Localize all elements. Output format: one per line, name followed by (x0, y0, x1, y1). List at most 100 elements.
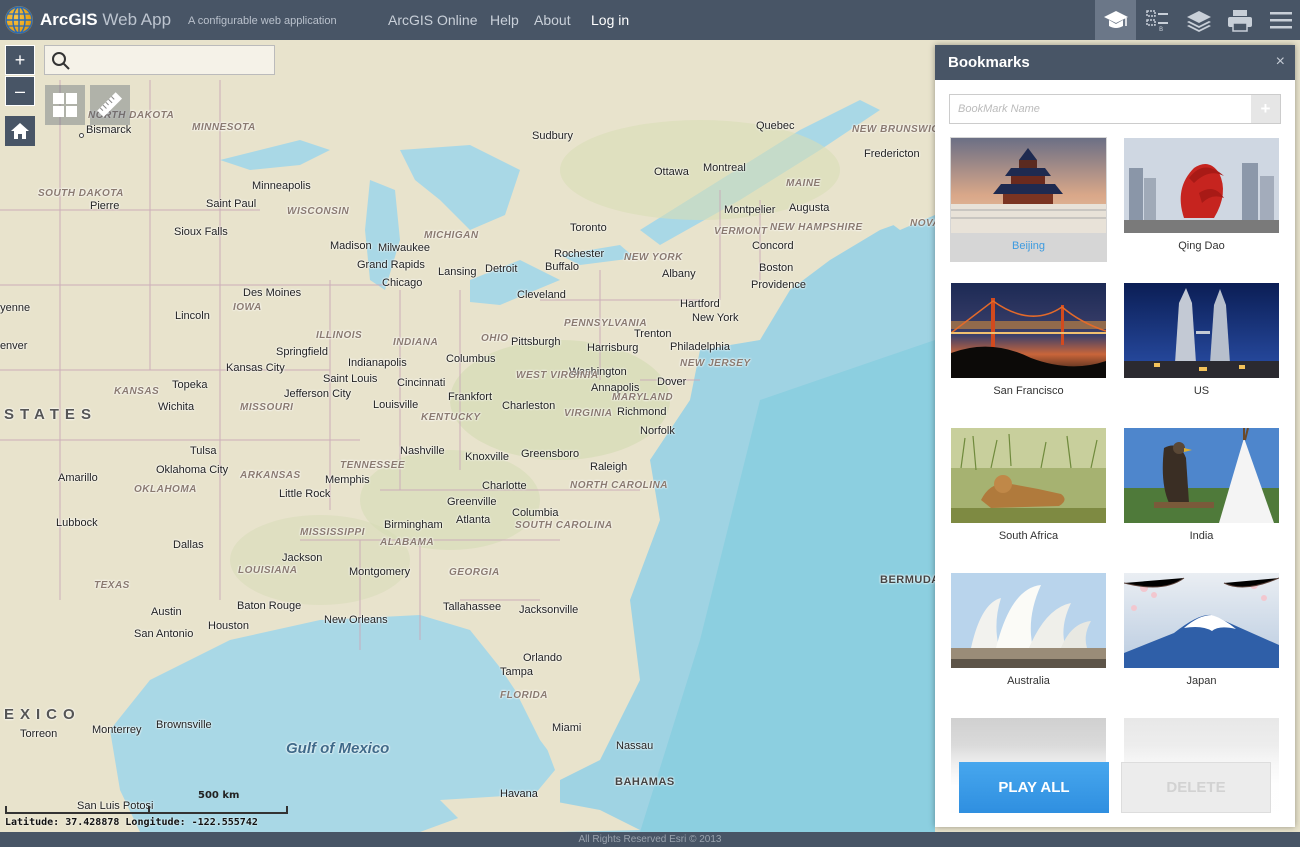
city-label: Norfolk (640, 425, 675, 437)
city-label: Greensboro (521, 448, 580, 460)
city-label: Sioux Falls (174, 226, 228, 238)
bookmark-name-input[interactable] (950, 95, 1250, 123)
city-label: Pittsburgh (511, 336, 561, 348)
state-label: INDIANA (393, 337, 439, 348)
state-label: ARKANSAS (240, 470, 301, 481)
app-title: ArcGIS Web App (40, 10, 171, 30)
city-label: Frankfort (448, 391, 493, 403)
city-label: Havana (500, 788, 538, 800)
city-label: Richmond (617, 406, 667, 418)
bookmarks-panel: Bookmarks × + (935, 45, 1295, 827)
city-label: Sudbury (532, 130, 573, 142)
bookmark-item[interactable]: South Africa (950, 427, 1107, 552)
city-label: Cheyenne (0, 302, 31, 314)
city-label: Charleston (502, 400, 556, 412)
bookmark-item[interactable]: Australia (950, 572, 1107, 697)
city-label: Grand Rapids (357, 259, 425, 271)
city-label: Providence (751, 279, 807, 291)
state-label: MARYLAND (612, 392, 674, 403)
state-label: NEW HAMPSHIRE (770, 222, 863, 233)
layers-button[interactable] (1178, 0, 1219, 40)
city-label: Wichita (158, 401, 195, 413)
nav-arcgis-online-link[interactable]: ArcGIS Online (388, 12, 477, 28)
country-label: STATES (4, 406, 97, 423)
city-label: Hartford (680, 298, 720, 310)
state-label: KANSAS (114, 386, 160, 397)
search-icon (52, 52, 70, 70)
home-icon (11, 123, 29, 139)
state-label: WISCONSIN (287, 206, 350, 217)
city-label: Austin (151, 606, 182, 618)
state-label: MICHIGAN (424, 230, 479, 241)
about-button[interactable] (1095, 0, 1136, 40)
city-label: Knoxville (465, 451, 510, 463)
city-label: Minneapolis (252, 180, 311, 192)
city-label: Montreal (703, 162, 746, 174)
bookmark-label: US (1193, 385, 1210, 397)
legend-button[interactable]: B (1137, 0, 1178, 40)
city-label: Columbia (512, 507, 559, 519)
state-label: KENTUCKY (421, 412, 481, 423)
bookmark-item[interactable]: San Francisco (950, 282, 1107, 407)
scale-label: 500 km (198, 790, 240, 801)
home-button[interactable] (5, 116, 35, 146)
city-label: Dallas (173, 539, 204, 551)
bookmark-label: Beijing (1011, 240, 1046, 252)
city-label: Quebec (756, 120, 795, 132)
menu-button[interactable] (1260, 0, 1300, 40)
state-label: VIRGINIA (564, 408, 613, 419)
zoom-in-button[interactable]: + (5, 45, 35, 75)
state-label: MISSISSIPPI (300, 527, 365, 538)
state-label: NEW BRUNSWICK (852, 124, 947, 135)
bookmark-thumbnail (951, 138, 1106, 233)
play-all-button[interactable]: PLAY ALL (959, 762, 1109, 813)
footer-copyright: All Rights Reserved Esri © 2013 (0, 832, 1300, 847)
delete-button[interactable]: DELETE (1121, 762, 1271, 813)
city-label: Tallahassee (443, 601, 502, 613)
search-box[interactable] (44, 45, 275, 75)
state-label: TEXAS (94, 580, 130, 591)
nav-help-link[interactable]: Help (490, 12, 519, 28)
state-label: WEST VIRGINIA (516, 370, 599, 381)
city-label: New York (692, 312, 739, 324)
measure-button[interactable] (90, 85, 130, 125)
bookmark-label: San Francisco (993, 385, 1064, 397)
print-button[interactable] (1219, 0, 1260, 40)
city-label: Detroit (485, 263, 518, 275)
city-label: Cincinnati (397, 377, 446, 389)
city-label: Rochester (554, 248, 605, 260)
city-label: San Antonio (134, 628, 194, 640)
city-label: Toronto (570, 222, 607, 234)
city-label: Cleveland (517, 289, 566, 301)
bookmark-thumbnail (951, 573, 1106, 668)
city-label: Concord (752, 240, 794, 252)
login-link[interactable]: Log in (591, 12, 629, 28)
state-label: NEW YORK (624, 252, 683, 263)
bookmark-item[interactable]: US (1123, 282, 1280, 407)
bookmark-item[interactable]: Beijing (950, 137, 1107, 262)
city-label: Trenton (634, 328, 672, 340)
search-input[interactable] (75, 50, 270, 70)
nav-about-link[interactable]: About (534, 12, 571, 28)
close-icon[interactable]: × (1276, 53, 1285, 71)
city-label: Atlanta (456, 514, 491, 526)
state-label: PENNSYLVANIA (564, 318, 648, 329)
bookmark-item[interactable]: Japan (1123, 572, 1280, 697)
city-label: Montgomery (349, 566, 411, 578)
bookmark-item[interactable]: India (1123, 427, 1280, 552)
city-label: Dover (657, 376, 687, 388)
state-label: MINNESOTA (192, 122, 256, 133)
water-label: Gulf of Mexico (286, 740, 390, 757)
city-label: Saint Paul (206, 198, 257, 210)
city-label: New Orleans (324, 614, 388, 626)
city-label: Springfield (276, 346, 328, 358)
zoom-out-button[interactable]: – (5, 76, 35, 106)
bookmark-label: South Africa (998, 530, 1059, 542)
menu-icon (1269, 12, 1292, 29)
bookmark-item[interactable]: Qing Dao (1123, 137, 1280, 262)
add-bookmark-button[interactable]: + (1251, 95, 1280, 123)
state-label: SOUTH DAKOTA (38, 188, 124, 199)
city-label: Denver (0, 340, 28, 352)
basemap-gallery-button[interactable] (45, 85, 85, 125)
city-label: Topeka (172, 379, 208, 391)
